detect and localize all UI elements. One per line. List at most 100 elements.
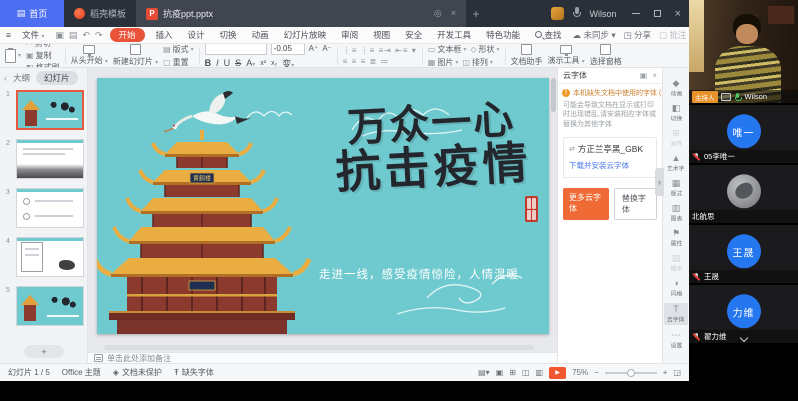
zoom-in-icon[interactable]: + [663,368,668,377]
menu-design[interactable]: 设计 [184,28,209,42]
zoom-slider[interactable] [605,372,657,374]
strip-style[interactable]: ◑风格 [664,278,688,298]
menu-slideshow[interactable]: 幻灯片放映 [280,28,331,42]
missing-font-status[interactable]: Ŧ缺失字体 [174,367,214,378]
minimize-button[interactable] [632,13,640,14]
slide-title[interactable]: 万众一心 抗击疫情 [323,98,542,196]
notes-toggle-icon[interactable]: ▤▾ [478,368,490,377]
participant-tile-beihangsi[interactable]: 北航思 [689,165,798,223]
view-reading-icon[interactable]: ◫ [522,368,530,377]
cut-button[interactable]: ✂剪切 [26,44,60,49]
fit-slide-icon[interactable]: ◲ [673,368,681,377]
menu-review[interactable]: 审阅 [337,28,362,42]
save-icon[interactable]: ▣ [55,30,64,41]
comment-button[interactable]: ▢ 批注 [659,29,686,41]
italic-button[interactable]: I [216,58,219,68]
strip-transition[interactable]: ◧切换 [664,103,688,123]
menu-view[interactable]: 视图 [369,28,394,42]
menu-devtools[interactable]: 开发工具 [433,28,475,42]
slideshow-play-button[interactable]: ▶ [549,367,566,379]
redo-icon[interactable]: ↷ [95,30,103,41]
menu-animation[interactable]: 动画 [248,28,273,42]
participant-tile-wangsheng[interactable]: 王晟 王晟 [689,225,798,283]
voice-assistant-icon[interactable] [573,7,581,20]
slide-page[interactable]: 黄鹤楼 [97,78,549,334]
view-sorter-icon[interactable]: ⊞ [509,368,516,377]
font-name-input[interactable] [205,44,267,55]
bold-button[interactable]: B [205,58,212,68]
view-notes-icon[interactable]: ▥ [536,368,544,377]
copy-button[interactable]: ▣复制 [26,50,60,61]
maximize-button[interactable] [654,10,661,17]
view-normal-icon[interactable]: ▣ [496,368,504,377]
slide-thumb-5[interactable]: 5 [6,286,86,330]
participant-tile-zhailiwei[interactable]: 力维 翟力维 [689,285,798,343]
account-name[interactable]: Wilson [590,9,617,19]
theme-name[interactable]: Office 主题 [62,367,101,378]
tab-outline[interactable]: 大纲 [13,72,30,84]
superscript-button[interactable]: x² [260,60,266,67]
pin-icon[interactable]: ▣ [640,71,648,80]
menu-transition[interactable]: 切换 [216,28,241,42]
slide-thumb-4[interactable]: 4 [6,237,86,281]
collapse-panel-icon[interactable]: ‹ [4,73,7,83]
strip-settings[interactable]: ⋯设置 [664,330,688,350]
zoom-slider-knob[interactable] [627,369,635,377]
menu-insert[interactable]: 插入 [152,28,177,42]
menu-features[interactable]: 特色功能 [482,28,524,42]
strip-layout[interactable]: ▦版式 [664,178,688,198]
panel-close-icon[interactable]: × [652,71,657,80]
reset-button[interactable]: ▢重置 [163,57,194,68]
new-slide-button[interactable]: 新建幻灯片 ▾ [113,44,158,67]
slide-thumb-1[interactable]: 1 [6,90,86,134]
slide-subtitle[interactable]: 走进一线，感受疫情惊险，人情温暖 [319,266,544,282]
strip-properties[interactable]: ⚑属性 [664,228,688,248]
add-slide-button[interactable]: + [24,345,64,358]
underline-button[interactable]: U [224,58,231,68]
member-badge-icon[interactable] [551,7,564,20]
decrease-font-icon[interactable]: A⁻ [322,44,332,53]
participant-tile-wilson[interactable]: 主持人 Wilson [689,0,798,103]
zoom-out-icon[interactable]: − [594,368,599,377]
replace-font-button[interactable]: 替换字体 [614,188,657,220]
font-color-button[interactable]: A▾ [246,58,255,68]
text-effect-button[interactable]: 变▾ [282,57,294,69]
tab-reminder-icon[interactable]: ◎ [434,8,442,19]
menu-security[interactable]: 安全 [401,28,426,42]
increase-font-icon[interactable]: A⁺ [309,44,319,53]
strip-diagram[interactable]: ▧图示 [664,253,688,273]
presentation-tools-button[interactable]: 演示工具 ▾ [548,45,585,66]
menu-file[interactable]: 文件 ▾ [18,28,48,42]
collapse-strip-handle[interactable]: › [655,168,664,196]
picture-button[interactable]: ▦图片▾ [428,57,459,68]
subscript-button[interactable]: x₂ [271,60,277,67]
hamburger-icon[interactable]: ≡ [6,30,11,40]
strip-cloud-font[interactable]: T云字体 [664,303,688,325]
slide-thumb-3[interactable]: 3 [6,188,86,232]
slide-thumb-2[interactable]: 2 [6,139,86,183]
strip-animation[interactable]: ◆动画 [664,78,688,98]
close-button[interactable]: × [675,8,681,20]
notes-bar[interactable]: 单击此处添加备注 [88,352,557,363]
vertical-scrollbar[interactable] [551,72,556,322]
sync-status[interactable]: ☁ 未同步 ▾ [573,29,616,41]
arrange-button[interactable]: ◫排列▾ [462,57,493,68]
list-tools-row[interactable]: ⋮≡ ⋮≡ ≡⇥ ⇤≡ ▾ [343,46,417,55]
tab-docer-templates[interactable]: 稻壳模板 [64,0,136,27]
horizontal-scrollbar[interactable] [104,345,534,350]
tab-slides[interactable]: 幻灯片 [36,71,78,85]
layout-button[interactable]: ▤版式▾ [163,44,194,55]
menu-home[interactable]: 开始 [110,28,145,42]
play-from-start-button[interactable]: 从头开始 ▾ [71,45,108,66]
tab-home[interactable]: ▤ 首页 [0,0,64,27]
new-tab-button[interactable]: + [466,0,486,27]
textbox-button[interactable]: ▭文本框▾ [428,44,467,55]
strip-align[interactable]: ⊞对齐 [664,128,688,148]
align-tools-row[interactable]: ≡ ≡ ≡ ≣ ≔ [343,57,417,66]
download-font-link[interactable]: 下载并安装云字体 [569,160,651,171]
print-icon[interactable]: ▤ [69,30,78,41]
strikethrough-button[interactable]: S [235,58,241,68]
paste-button[interactable]: ▾ [5,49,21,63]
protection-status[interactable]: ◈文档未保护 [113,367,162,378]
shapes-button[interactable]: ◇形状▾ [470,44,499,55]
